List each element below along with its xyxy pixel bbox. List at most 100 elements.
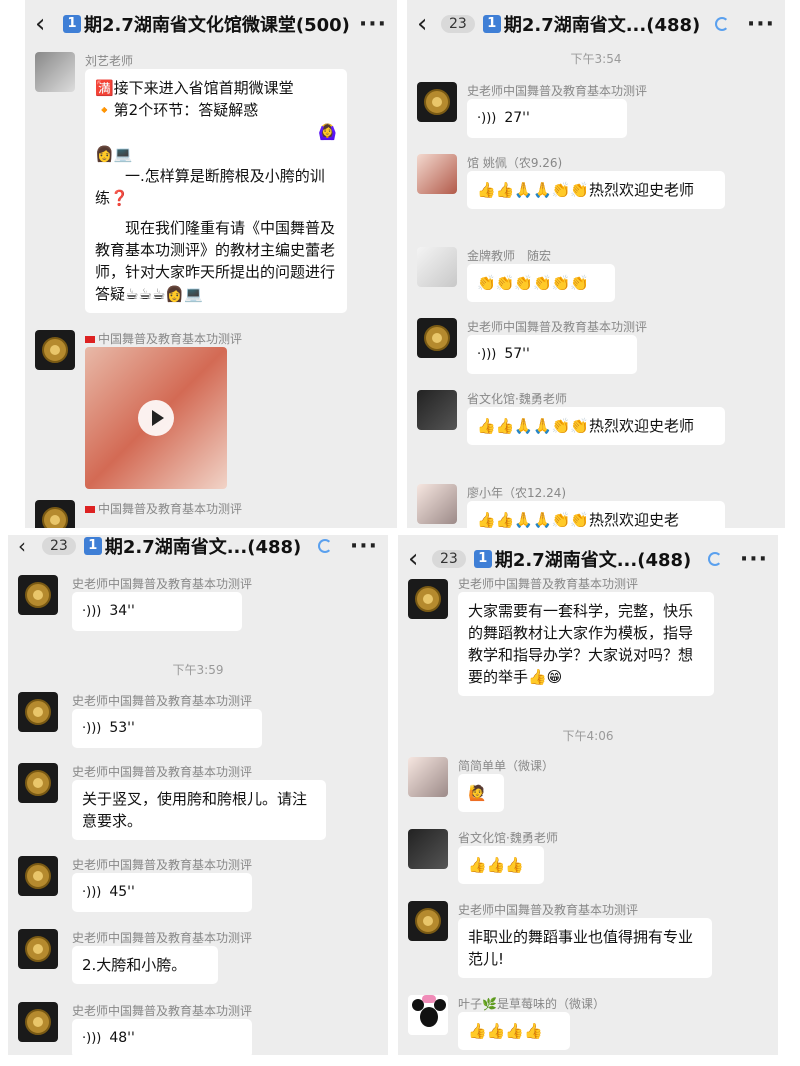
message-bubble[interactable]: 🈵接下来进入省馆首期微课堂 🔸第2个环节：答疑解惑 🙆‍♀️ 👩💻 一.怎样算是… [85, 69, 347, 313]
loading-icon [317, 539, 332, 553]
avatar[interactable] [417, 390, 457, 430]
message-bubble[interactable]: 关于竖叉，使用胯和胯根儿。请注意要求。 [72, 780, 326, 840]
chat-panel-3: ‹ 23 1 期2.7湖南省文...(488) ··· 史老师中国舞普及教育基本… [8, 535, 388, 1055]
avatar[interactable] [417, 247, 457, 287]
back-arrow-icon[interactable]: ‹ [18, 536, 38, 556]
back-arrow-icon[interactable]: ‹ [408, 546, 428, 572]
voice-message[interactable]: ·))) 45'' [72, 873, 252, 912]
message-bubble[interactable]: 非职业的舞蹈事业也值得拥有专业范儿! [458, 918, 712, 978]
voice-message[interactable]: ·))) 57'' [467, 335, 637, 374]
sender-name: 金牌教师 随宏 [467, 249, 552, 263]
emblem-icon [424, 325, 450, 351]
message-bubble[interactable]: 👍👍🙏🙏👏👏热烈欢迎史老 [467, 501, 725, 528]
avatar[interactable] [408, 901, 448, 941]
chat-panel-2: ‹ 23 1 期2.7湖南省文...(488) ··· 下午3:54 史老师中国… [407, 0, 785, 528]
sender-name: 史老师中国舞普及教育基本功测评 [72, 694, 253, 708]
voice-message[interactable]: ·))) 48'' [72, 1019, 252, 1055]
message-text: 🈵接下来进入省馆首期微课堂 [95, 79, 294, 97]
avatar[interactable] [18, 763, 58, 803]
bow-icon [422, 995, 436, 1003]
sender-name: 史老师中国舞普及教育基本功测评 [72, 1004, 253, 1018]
avatar[interactable] [408, 757, 448, 797]
avatar[interactable] [417, 154, 457, 194]
voice-duration: 53'' [109, 720, 135, 736]
emblem-icon [25, 936, 51, 962]
avatar[interactable] [18, 1002, 58, 1042]
voice-message[interactable]: ·))) 27'' [467, 99, 627, 138]
avatar[interactable] [35, 500, 75, 528]
voice-wave-icon: ·))) [82, 1031, 102, 1046]
flag-icon [85, 336, 95, 343]
message-bubble[interactable]: 大家需要有一套科学，完整，快乐的舞蹈教材让大家作为模板，指导教学和指导办学？大家… [458, 592, 714, 696]
sender-name-text: 中国舞普及教育基本功测评 [98, 332, 243, 346]
emblem-icon [42, 507, 68, 528]
unread-count-badge[interactable]: 23 [441, 15, 475, 33]
chat-panel-1: ‹ 1 期2.7湖南省文化馆微课堂(500) ··· 刘艺老师 🈵接下来进入省馆… [25, 0, 397, 528]
voice-wave-icon: ·))) [477, 347, 497, 362]
sender-name: 简简单单（微课） [458, 759, 555, 773]
avatar[interactable] [35, 330, 75, 370]
avatar[interactable] [417, 82, 457, 122]
time-separator: 下午4:06 [562, 729, 614, 743]
message-bubble[interactable]: 👍👍🙏🙏👏👏热烈欢迎史老师 [467, 171, 725, 209]
sender-name: 省文化馆·魏勇老师 [467, 392, 567, 406]
voice-wave-icon: ·))) [477, 111, 497, 126]
message-bubble[interactable]: 👍👍👍👍 [458, 1012, 570, 1050]
sender-name: 廖小年（农12.24) [467, 486, 567, 500]
voice-wave-icon: ·))) [82, 721, 102, 736]
avatar[interactable] [417, 484, 457, 524]
time-separator: 下午3:54 [570, 52, 622, 66]
message-item: 中国舞普及教育基本功测评 [35, 330, 387, 495]
mouse-ear-icon [434, 999, 446, 1011]
unread-count-badge[interactable]: 23 [432, 550, 466, 568]
avatar[interactable] [417, 318, 457, 358]
sender-name: 中国舞普及教育基本功测评 [85, 500, 242, 517]
more-options-icon[interactable]: ··· [740, 547, 768, 572]
voice-message[interactable]: ·))) 53'' [72, 709, 262, 748]
avatar[interactable] [408, 829, 448, 869]
sender-name: 中国舞普及教育基本功测评 [85, 330, 242, 347]
more-options-icon[interactable]: ··· [747, 12, 775, 37]
flag-icon [85, 506, 95, 513]
sender-name: 馆 姚佩（农9.26) [467, 156, 563, 170]
message-bubble[interactable]: 🙋 [458, 774, 504, 812]
emblem-icon [25, 582, 51, 608]
voice-message[interactable]: ·))) 34'' [72, 592, 242, 631]
avatar[interactable] [18, 575, 58, 615]
play-icon[interactable] [138, 400, 174, 436]
avatar[interactable] [408, 995, 448, 1035]
avatar[interactable] [408, 579, 448, 619]
chat-title-text: 期2.7湖南省文化馆微课堂(500) [84, 15, 350, 36]
chat-title-text: 期2.7湖南省文...(488) [494, 550, 692, 571]
message-text: 🔸第2个环节：答疑解惑 [95, 101, 259, 119]
message-bubble[interactable]: 👍👍👍 [458, 846, 544, 884]
emblem-icon [415, 586, 441, 612]
voice-wave-icon: ·))) [82, 885, 102, 900]
message-text: 👩💻 [95, 145, 133, 163]
avatar[interactable] [18, 856, 58, 896]
emblem-icon [25, 699, 51, 725]
unread-count-badge[interactable]: 23 [42, 537, 76, 555]
message-text: 🙆‍♀️ [318, 123, 337, 141]
voice-duration: 45'' [109, 884, 135, 900]
more-options-icon[interactable]: ··· [359, 12, 387, 37]
sender-name: 叶子🌿是草莓味的（微课） [458, 997, 605, 1011]
chat-header: ‹ 1 期2.7湖南省文化馆微课堂(500) ··· [25, 0, 397, 48]
video-thumbnail[interactable] [85, 347, 227, 489]
message-bubble[interactable]: 2.大胯和小胯。 [72, 946, 218, 984]
avatar[interactable] [18, 929, 58, 969]
chat-title: 1 期2.7湖南省文化馆微课堂(500) [63, 11, 359, 37]
group-number-badge: 1 [482, 15, 501, 33]
avatar[interactable] [35, 52, 75, 92]
sender-name: 史老师中国舞普及教育基本功测评 [72, 577, 253, 591]
chat-title: 1 期2.7湖南省文...(488) [482, 11, 715, 37]
message-bubble[interactable]: 👏👏👏👏👏👏 [467, 264, 615, 302]
back-arrow-icon[interactable]: ‹ [417, 11, 437, 37]
chat-title-text: 期2.7湖南省文...(488) [503, 15, 701, 36]
loading-icon [714, 17, 729, 31]
chat-panel-4: ‹ 23 1 期2.7湖南省文...(488) ··· 史老师中国舞普及教育基本… [398, 535, 778, 1055]
message-bubble[interactable]: 👍👍🙏🙏👏👏热烈欢迎史老师 [467, 407, 725, 445]
avatar[interactable] [18, 692, 58, 732]
back-arrow-icon[interactable]: ‹ [35, 11, 55, 37]
more-options-icon[interactable]: ··· [350, 535, 378, 559]
